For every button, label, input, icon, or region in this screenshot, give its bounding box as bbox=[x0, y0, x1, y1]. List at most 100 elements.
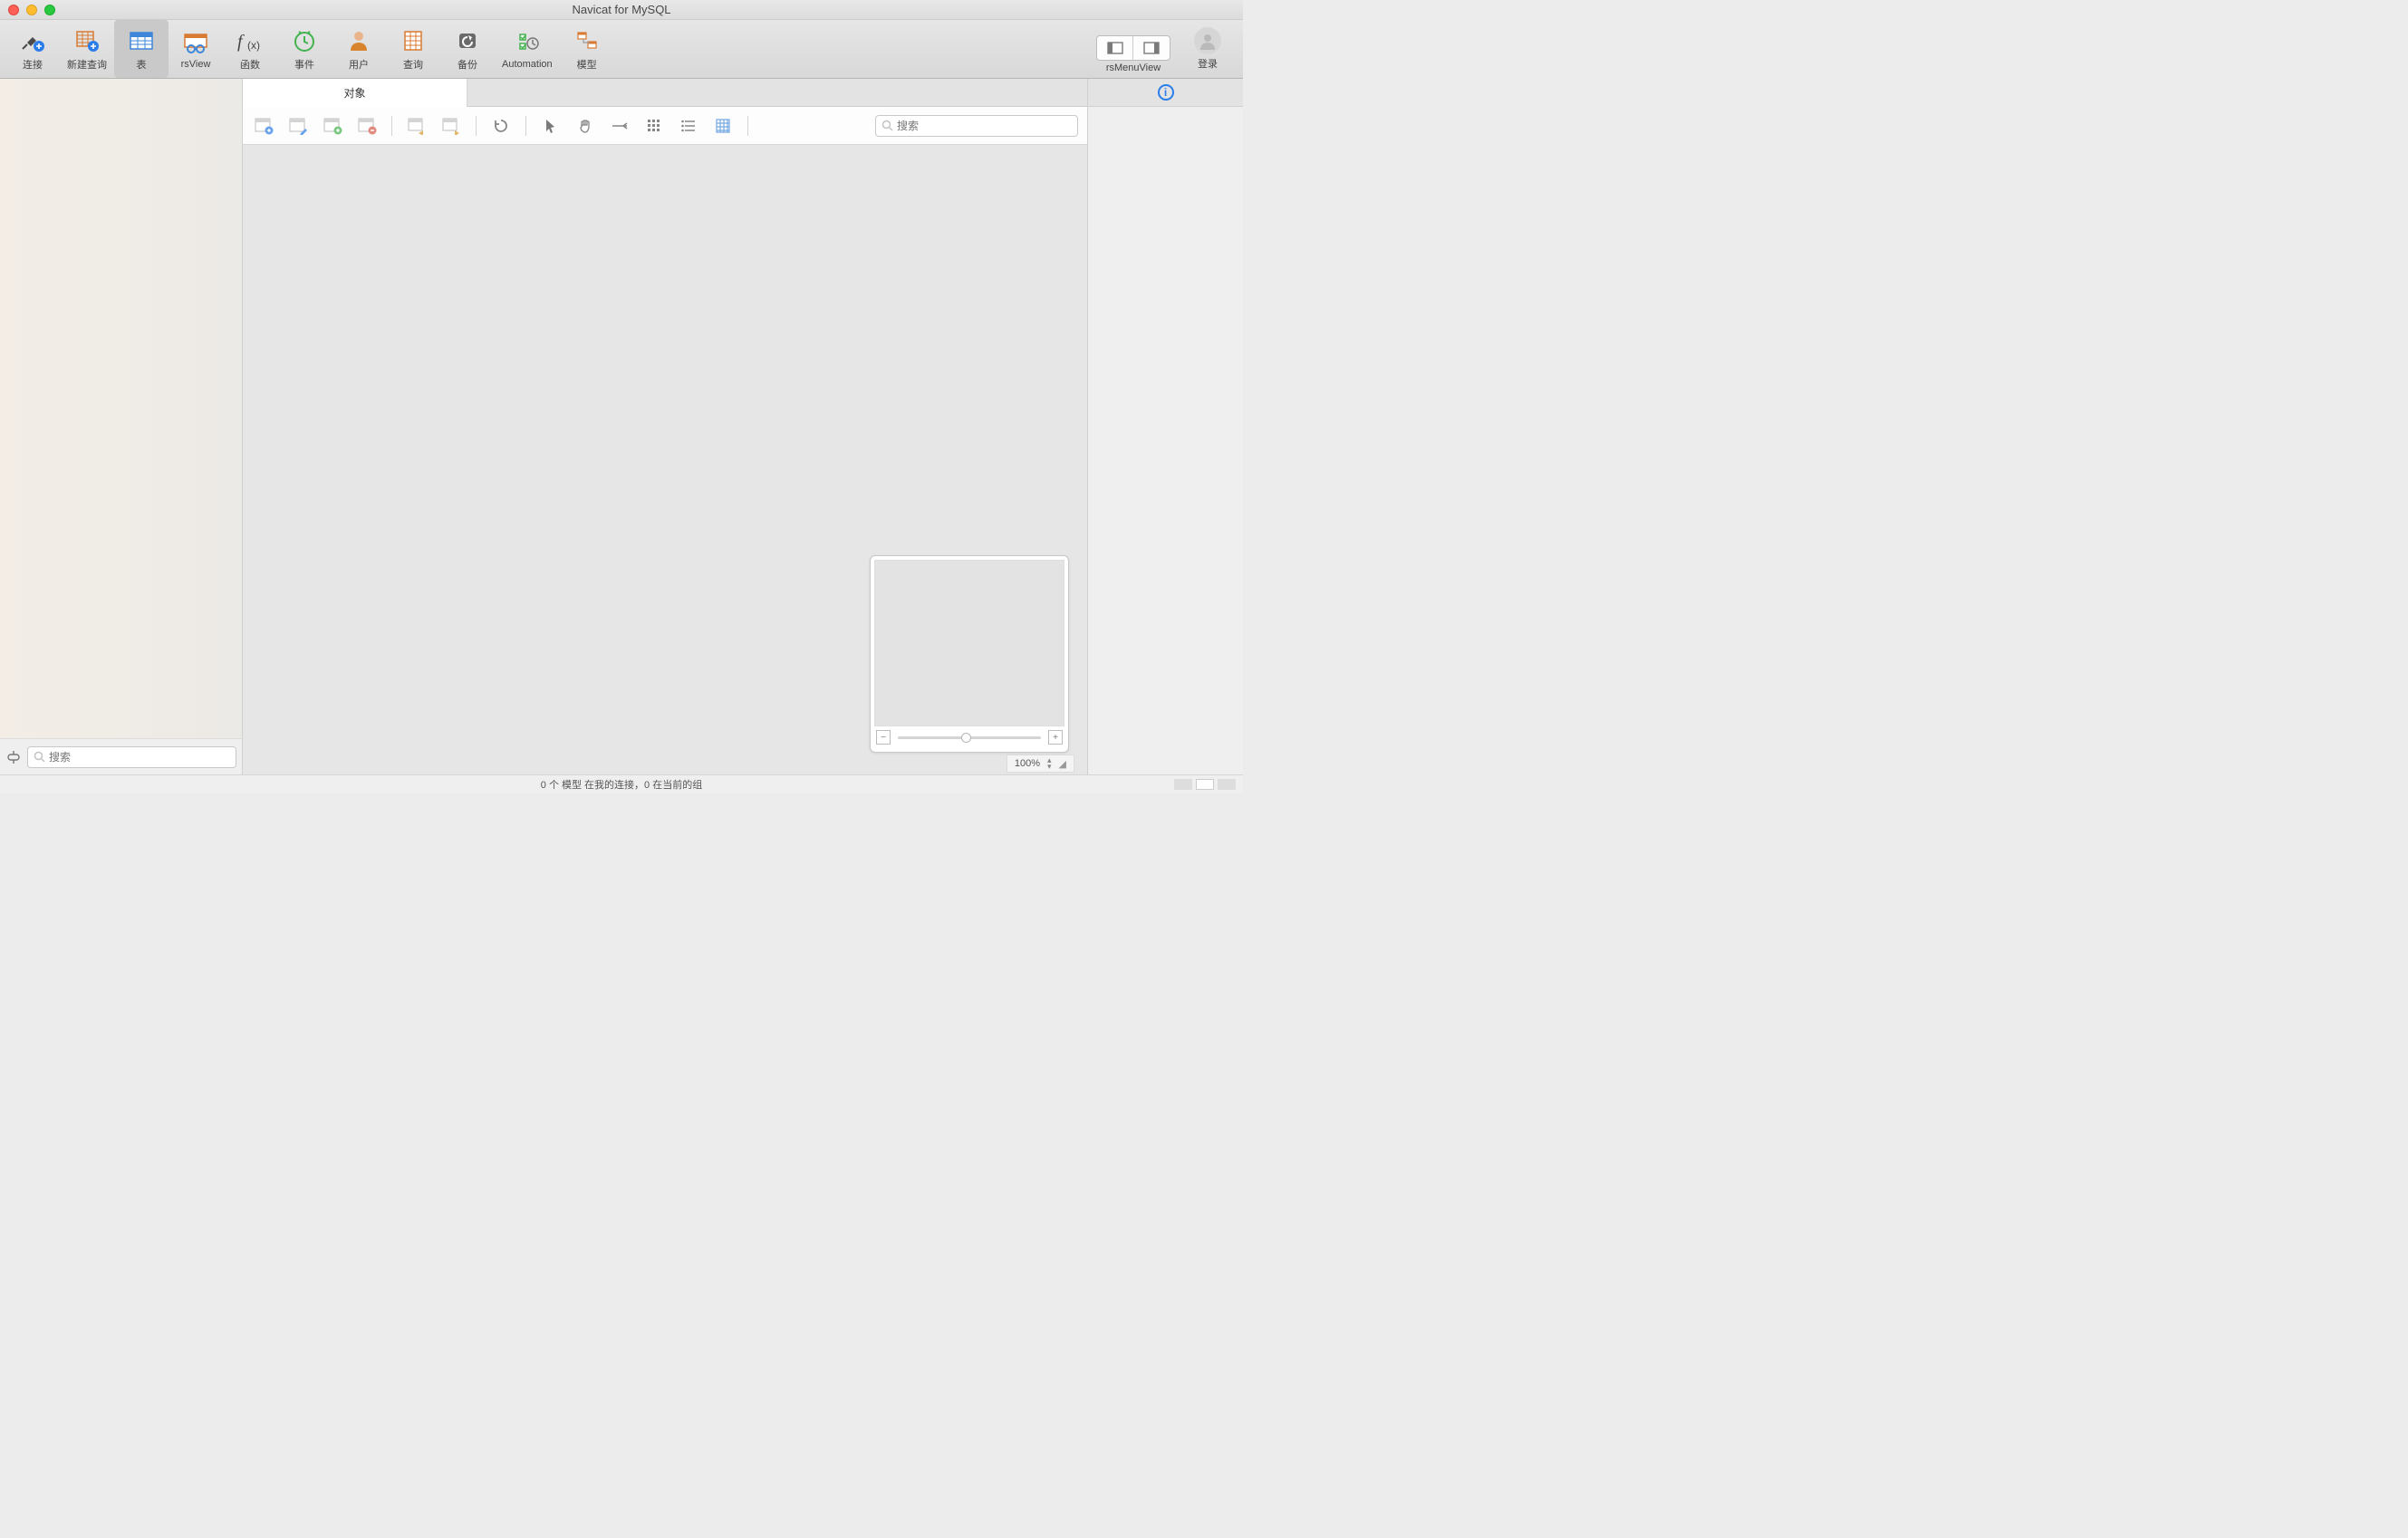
svg-text:(x): (x) bbox=[247, 39, 260, 52]
left-panel-tree[interactable] bbox=[0, 79, 242, 738]
hand-tool-button[interactable] bbox=[573, 114, 597, 138]
user-icon bbox=[344, 26, 373, 55]
right-panel-header: i bbox=[1088, 79, 1243, 107]
zoom-slider-thumb[interactable] bbox=[961, 733, 971, 743]
zoom-stepper-icon[interactable]: ▴▾ bbox=[1047, 757, 1052, 770]
statusbar: 0 个 模型 在我的连接，0 在当前的组 bbox=[0, 774, 1243, 793]
model-button[interactable]: 模型 bbox=[560, 20, 614, 78]
new-query-button[interactable]: 新建查询 bbox=[60, 20, 114, 78]
panel-toggle-segment bbox=[1096, 35, 1170, 61]
list-view-button[interactable] bbox=[677, 114, 700, 138]
svg-text:f: f bbox=[237, 32, 245, 52]
statusbar-text: 0 个 模型 在我的连接，0 在当前的组 bbox=[541, 777, 702, 792]
left-panel-search[interactable] bbox=[27, 746, 236, 768]
table-button[interactable]: 表 bbox=[114, 20, 169, 78]
zoom-in-button[interactable]: + bbox=[1048, 730, 1063, 745]
objects-toolbar bbox=[243, 107, 1087, 145]
main-toolbar: 连接 新建查询 表 rsView f(x) 函数 事件 用户 bbox=[0, 20, 1243, 79]
edit-table-button[interactable] bbox=[286, 114, 310, 138]
pointer-tool-button[interactable] bbox=[539, 114, 563, 138]
clock-icon bbox=[290, 26, 319, 55]
objects-search[interactable] bbox=[875, 115, 1078, 137]
minimap-controls: − + bbox=[874, 726, 1064, 748]
zoom-indicator[interactable]: 100% ▴▾ ◢ bbox=[1007, 755, 1074, 773]
refresh-button[interactable] bbox=[489, 114, 513, 138]
status-box-2 bbox=[1196, 779, 1214, 790]
view-icon bbox=[181, 28, 210, 57]
delete-table-button[interactable] bbox=[355, 114, 379, 138]
table-icon bbox=[127, 26, 156, 55]
login-button[interactable]: 登录 bbox=[1183, 20, 1238, 78]
automation-label: Automation bbox=[502, 59, 553, 70]
backup-icon bbox=[453, 26, 482, 55]
toggle-right-panel-button[interactable] bbox=[1133, 36, 1170, 60]
avatar-icon bbox=[1194, 27, 1221, 54]
user-label: 用户 bbox=[349, 57, 369, 72]
zoom-out-button[interactable]: − bbox=[876, 730, 891, 745]
titlebar: Navicat for MySQL bbox=[0, 0, 1243, 20]
menu-view-label: rsMenuView bbox=[1106, 62, 1161, 73]
plug-icon bbox=[18, 26, 47, 55]
function-label: 函数 bbox=[240, 57, 260, 72]
right-panel: i bbox=[1087, 79, 1243, 774]
connect-label: 连接 bbox=[23, 57, 43, 72]
toolbar-divider bbox=[525, 116, 526, 136]
backup-button[interactable]: 备份 bbox=[440, 20, 495, 78]
statusbar-right bbox=[1174, 779, 1236, 790]
status-box-1 bbox=[1174, 779, 1192, 790]
info-icon[interactable]: i bbox=[1158, 84, 1174, 101]
query-add-icon bbox=[72, 26, 101, 55]
login-label: 登录 bbox=[1198, 56, 1218, 71]
minimap-canvas[interactable] bbox=[874, 560, 1064, 726]
tabs-row: 对象 bbox=[243, 79, 1087, 107]
automation-button[interactable]: Automation bbox=[495, 20, 560, 78]
duplicate-table-button[interactable] bbox=[321, 114, 344, 138]
left-panel bbox=[0, 79, 243, 774]
connect-button[interactable]: 连接 bbox=[5, 20, 60, 78]
new-table-button[interactable] bbox=[252, 114, 275, 138]
event-label: 事件 bbox=[294, 57, 314, 72]
zoom-slider[interactable] bbox=[898, 736, 1041, 739]
grid-small-button[interactable] bbox=[642, 114, 666, 138]
model-icon bbox=[573, 26, 602, 55]
menu-view-control: rsMenuView bbox=[1084, 20, 1183, 78]
search-icon bbox=[881, 120, 893, 131]
search-icon bbox=[34, 751, 45, 763]
function-button[interactable]: f(x) 函数 bbox=[223, 20, 277, 78]
left-search-input[interactable] bbox=[49, 751, 230, 764]
backup-label: 备份 bbox=[458, 57, 477, 72]
status-box-3 bbox=[1218, 779, 1236, 790]
query-icon bbox=[399, 26, 428, 55]
workspace: 对象 bbox=[0, 79, 1243, 774]
objects-search-input[interactable] bbox=[897, 120, 1072, 132]
canvas-area[interactable]: − + 100% ▴▾ ◢ bbox=[243, 145, 1087, 774]
model-label: 模型 bbox=[577, 57, 597, 72]
table-label: 表 bbox=[137, 57, 147, 72]
query-label: 查询 bbox=[403, 57, 423, 72]
link-icon[interactable] bbox=[5, 749, 22, 765]
automation-icon bbox=[513, 28, 542, 57]
toggle-left-panel-button[interactable] bbox=[1097, 36, 1133, 60]
toolbar-divider bbox=[747, 116, 748, 136]
resize-handle-icon[interactable]: ◢ bbox=[1059, 758, 1066, 770]
export-button[interactable] bbox=[439, 114, 463, 138]
grid-large-button[interactable] bbox=[711, 114, 735, 138]
toolbar-divider bbox=[391, 116, 392, 136]
tab-objects[interactable]: 对象 bbox=[243, 79, 467, 107]
user-button[interactable]: 用户 bbox=[332, 20, 386, 78]
relation-tool-button[interactable] bbox=[608, 114, 631, 138]
minimap[interactable]: − + bbox=[870, 555, 1069, 753]
tab-objects-label: 对象 bbox=[343, 85, 365, 101]
event-button[interactable]: 事件 bbox=[277, 20, 332, 78]
function-icon: f(x) bbox=[236, 26, 265, 55]
zoom-value: 100% bbox=[1015, 758, 1040, 769]
rsview-button[interactable]: rsView bbox=[169, 20, 223, 78]
left-panel-footer bbox=[0, 738, 242, 774]
query-button[interactable]: 查询 bbox=[386, 20, 440, 78]
window-title: Navicat for MySQL bbox=[0, 3, 1243, 16]
new-query-label: 新建查询 bbox=[67, 57, 107, 72]
center-panel: 对象 bbox=[243, 79, 1087, 774]
toolbar-divider bbox=[476, 116, 477, 136]
rsview-label: rsView bbox=[181, 59, 211, 70]
import-button[interactable] bbox=[405, 114, 429, 138]
